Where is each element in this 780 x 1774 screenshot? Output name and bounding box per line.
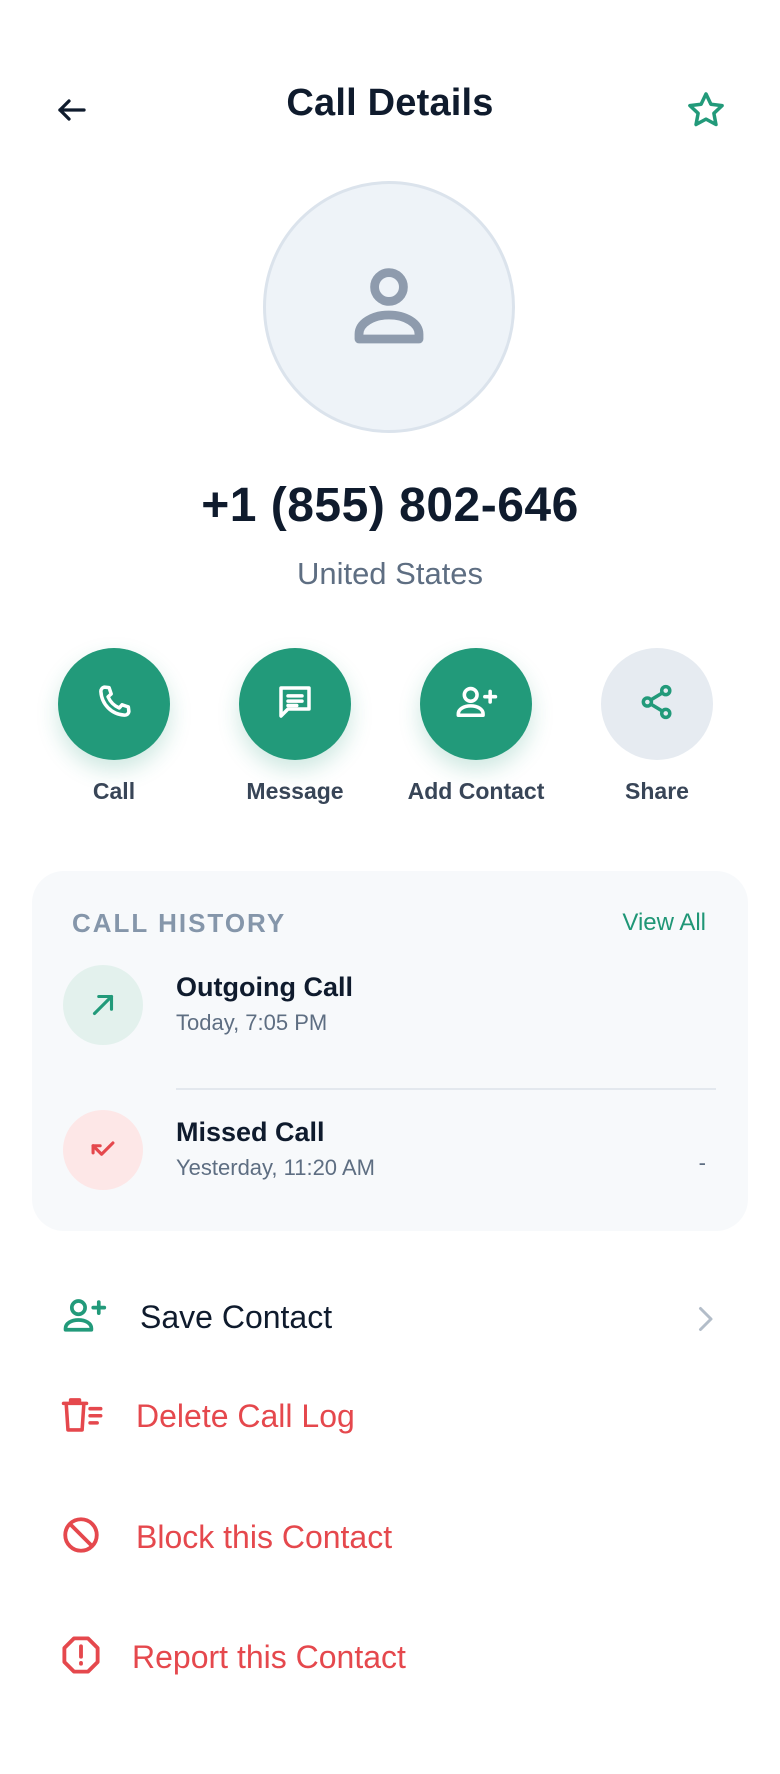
avatar — [263, 181, 515, 433]
view-all-link[interactable]: View All — [622, 909, 706, 937]
delete-call-log-row[interactable]: Delete Call Log — [60, 1394, 355, 1439]
save-contact-label: Save Contact — [140, 1299, 333, 1335]
phone-icon — [93, 681, 135, 728]
person-icon — [341, 257, 437, 358]
outgoing-arrow-icon — [63, 965, 143, 1045]
message-label: Message — [246, 778, 344, 804]
block-icon — [60, 1514, 120, 1561]
add-contact-button[interactable] — [420, 648, 532, 760]
share-icon — [636, 681, 678, 728]
history-item[interactable] — [63, 1110, 143, 1190]
call-label: Call — [92, 778, 136, 804]
share-button[interactable] — [601, 648, 713, 760]
history-item-time: Today, 7:05 PM — [176, 1010, 328, 1035]
star-outline-icon — [685, 89, 727, 136]
history-item-duration: - — [698, 1150, 706, 1175]
save-contact-row[interactable]: Save Contact — [60, 1294, 332, 1341]
missed-call-icon — [63, 1110, 143, 1190]
message-icon — [274, 681, 316, 728]
report-contact-label: Report this Contact — [132, 1639, 406, 1675]
phone-number: +1 (855) 802-646 — [201, 479, 579, 532]
delete-icon — [60, 1394, 120, 1439]
add-person-icon — [60, 1294, 124, 1341]
chevron-right-icon — [694, 1304, 716, 1339]
call-action[interactable]: Call — [29, 648, 199, 805]
history-item-title: Outgoing Call — [176, 972, 353, 1002]
block-contact-row[interactable]: Block this Contact — [60, 1514, 392, 1561]
alert-octagon-icon — [60, 1634, 116, 1681]
add-contact-label: Add Contact — [407, 778, 545, 804]
divider — [176, 1088, 716, 1090]
call-button[interactable] — [58, 648, 170, 760]
report-contact-row[interactable]: Report this Contact — [60, 1634, 406, 1681]
delete-call-log-label: Delete Call Log — [136, 1398, 355, 1434]
page-title: Call Details — [286, 82, 494, 124]
call-history-title: CALL HISTORY — [72, 908, 287, 938]
favorite-button[interactable] — [676, 82, 736, 142]
message-action[interactable]: Message — [210, 648, 380, 805]
share-label: Share — [625, 778, 689, 804]
block-contact-label: Block this Contact — [136, 1519, 393, 1555]
message-button[interactable] — [239, 648, 351, 760]
add-contact-action[interactable]: Add Contact — [391, 648, 561, 805]
history-item[interactable] — [63, 965, 143, 1045]
history-item-title: Missed Call — [176, 1117, 325, 1147]
history-item-time: Yesterday, 11:20 AM — [176, 1155, 375, 1180]
country-label: United States — [296, 556, 484, 591]
share-action[interactable]: Share — [572, 648, 742, 805]
add-person-icon — [453, 679, 499, 730]
